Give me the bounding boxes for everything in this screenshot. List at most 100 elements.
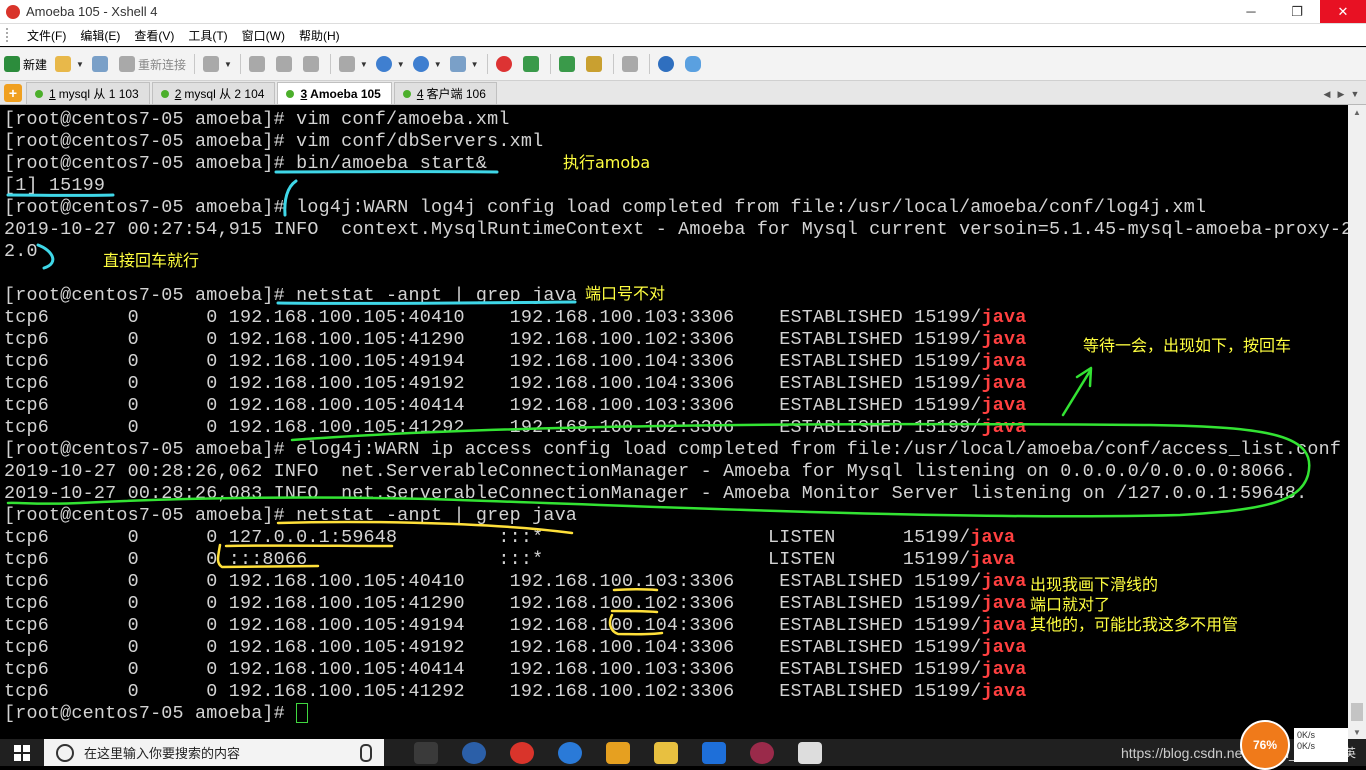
script-button[interactable] [519, 52, 546, 76]
sogou-icon[interactable] [558, 742, 582, 764]
tab-list-icon[interactable]: ▼ [1348, 87, 1362, 101]
process-name-java: java [982, 615, 1027, 636]
terminal-line-text: tcp6 0 0 192.168.100.105:40414 192.168.1… [4, 395, 982, 416]
terminal-line: [root@centos7-05 amoeba]# log4j:WARN log… [4, 197, 1206, 219]
terminal-line: [root@centos7-05 amoeba]# netstat -anpt … [4, 285, 577, 307]
process-name-java: java [982, 593, 1027, 614]
start-button[interactable] [0, 739, 44, 766]
restore-button[interactable]: ❐ [1274, 0, 1320, 23]
process-name-java: java [982, 659, 1027, 680]
terminal-line: tcp6 0 0 192.168.100.105:40410 192.168.1… [4, 571, 1027, 593]
globe-button[interactable]: ▼ [409, 52, 446, 76]
terminal-line: tcp6 0 0 192.168.100.105:41292 192.168.1… [4, 681, 1027, 703]
help-icon [658, 56, 674, 72]
terminal-scrollbar[interactable]: ▲ ▼ [1348, 105, 1366, 739]
tab-number: 2 [175, 87, 182, 101]
tab-client[interactable]: 4客户端 106 [394, 82, 497, 104]
terminal-line-text: tcp6 0 0 127.0.0.1:59648 :::* LISTEN 151… [4, 527, 970, 548]
paste-icon [276, 56, 292, 72]
tab-amoeba[interactable]: 3Amoeba 105 [277, 82, 391, 104]
xftp-icon [496, 56, 512, 72]
find-button[interactable] [299, 52, 326, 76]
windows-logo-icon [14, 745, 30, 761]
copy-icon [249, 56, 265, 72]
close-button[interactable]: ✕ [1320, 0, 1366, 23]
terminal-line-text: [root@centos7-05 amoeba]# log4j:WARN log… [4, 197, 1206, 218]
taskbar-search[interactable]: 在这里输入你要搜索的内容 [44, 739, 384, 766]
microphone-icon[interactable] [360, 744, 372, 762]
folder-icon[interactable] [654, 742, 678, 764]
reconnect-button[interactable]: 重新连接 [115, 52, 190, 76]
menu-tools[interactable]: 工具(T) [181, 27, 234, 44]
net-down-speed: 0K/s [1297, 741, 1345, 752]
task-view-icon[interactable] [414, 742, 438, 764]
new-session-button[interactable]: 新建 [0, 52, 51, 76]
terminal-line: [root@centos7-05 amoeba]# vim conf/amoeb… [4, 109, 510, 131]
folder-icon [55, 56, 71, 72]
help-button[interactable] [654, 52, 681, 76]
terminal-line: tcp6 0 0 192.168.100.105:41290 192.168.1… [4, 329, 1027, 351]
terminal-output[interactable]: [root@centos7-05 amoeba]# vim conf/amoeb… [0, 105, 1348, 739]
search-placeholder: 在这里输入你要搜索的内容 [84, 743, 240, 762]
menu-window[interactable]: 窗口(W) [235, 27, 292, 44]
keyboard-button[interactable] [618, 52, 645, 76]
tab-mysql-1[interactable]: 1mysql 从 1 103 [26, 82, 150, 104]
copy-button[interactable] [245, 52, 272, 76]
photos-icon[interactable] [798, 742, 822, 764]
terminal-line-text: tcp6 0 0 192.168.100.105:49192 192.168.1… [4, 637, 982, 658]
search-icon [56, 744, 74, 762]
scroll-down-icon[interactable]: ▼ [1348, 725, 1366, 739]
menu-file[interactable]: 文件(F) [20, 27, 73, 44]
ie-icon[interactable] [462, 742, 486, 764]
tab-next-icon[interactable]: ▶ [1334, 87, 1348, 101]
terminal-line-text: [root@centos7-05 amoeba]# vim conf/amoeb… [4, 109, 510, 130]
layout-button[interactable] [555, 52, 582, 76]
print-button[interactable]: ▼ [335, 52, 372, 76]
open-button[interactable]: ▼ [51, 52, 88, 76]
annotation-exec: 执行amoba [563, 149, 650, 173]
tab-prev-icon[interactable]: ◀ [1320, 87, 1334, 101]
terminal-line: [root@centos7-05 amoeba]# vim conf/dbSer… [4, 131, 543, 153]
transfer-button[interactable]: ▼ [372, 52, 409, 76]
menu-bar: 文件(F) 编辑(E) 查看(V) 工具(T) 窗口(W) 帮助(H) [0, 24, 1366, 46]
xshell-taskbar-icon[interactable] [510, 742, 534, 764]
game-icon[interactable] [750, 742, 774, 764]
scroll-up-icon[interactable]: ▲ [1348, 105, 1366, 119]
connect-button[interactable] [88, 52, 115, 76]
paste-button[interactable] [272, 52, 299, 76]
explorer-icon[interactable] [606, 742, 630, 764]
battery-gauge[interactable]: 76% [1240, 720, 1290, 770]
chat-button[interactable] [681, 52, 708, 76]
annotation-underline-note: 出现我画下滑线的 端口就对了 其他的，可能比我这多不用管 [1030, 575, 1238, 635]
minimize-button[interactable]: ─ [1228, 0, 1274, 23]
tab-mysql-2[interactable]: 2mysql 从 2 104 [152, 82, 276, 104]
terminal-line-text: tcp6 0 0 192.168.100.105:41290 192.168.1… [4, 329, 982, 350]
menu-help[interactable]: 帮助(H) [292, 27, 347, 44]
annotation-port-wrong: 端口号不对 [585, 280, 665, 304]
terminal-line-text: [root@centos7-05 amoeba]# netstat -anpt … [4, 505, 577, 526]
terminal-line: tcp6 0 0 192.168.100.105:40414 192.168.1… [4, 659, 1027, 681]
terminal-line: [root@centos7-05 amoeba]# [4, 703, 308, 725]
new-icon [4, 56, 20, 72]
dropdown-icon: ▼ [434, 60, 442, 69]
terminal-line: 2019-10-27 00:28:26,062 INFO net.Servera… [4, 461, 1296, 483]
connected-status-icon [286, 90, 294, 98]
lock-button[interactable] [582, 52, 609, 76]
reconnect-label: 重新连接 [138, 56, 186, 73]
scrollbar-thumb[interactable] [1351, 703, 1363, 721]
menu-view[interactable]: 查看(V) [127, 27, 181, 44]
properties-button[interactable]: ▼ [199, 52, 236, 76]
connected-status-icon [35, 90, 43, 98]
terminal-line-text: 2019-10-27 00:28:26,083 INFO net.Servera… [4, 483, 1307, 504]
process-name-java: java [982, 417, 1027, 438]
layout-icon [559, 56, 575, 72]
terminal-line: 2.0 [4, 241, 38, 263]
terminal-line-text: [1] 15199 [4, 175, 105, 196]
app-k-icon[interactable] [702, 742, 726, 764]
link-icon [92, 56, 108, 72]
menu-edit[interactable]: 编辑(E) [73, 27, 127, 44]
add-tab-button[interactable]: + [4, 84, 22, 102]
xftp-button[interactable] [492, 52, 519, 76]
font-button[interactable]: ▼ [446, 52, 483, 76]
connected-status-icon [161, 90, 169, 98]
